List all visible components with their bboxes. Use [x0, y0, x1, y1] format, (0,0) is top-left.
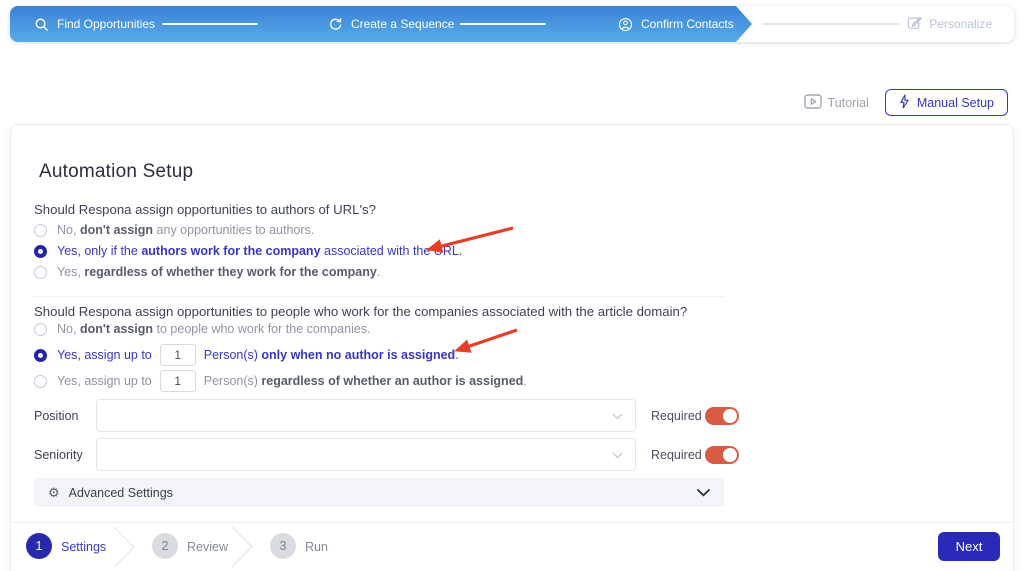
section-divider — [34, 296, 724, 297]
pencil-square-icon — [907, 15, 923, 33]
search-icon — [34, 17, 49, 32]
next-button[interactable]: Next — [938, 532, 1000, 561]
play-video-icon — [803, 93, 822, 112]
step-create-sequence[interactable]: Create a Sequence — [328, 6, 454, 42]
toggle-knob — [723, 448, 737, 462]
bolt-icon — [899, 94, 910, 112]
radio-option-no-authors[interactable]: No, don't assign any opportunities to au… — [34, 223, 314, 237]
step-label: Create a Sequence — [351, 17, 455, 31]
step-label: Confirm Contacts — [641, 17, 734, 31]
step-circle-run[interactable]: 3 — [270, 533, 296, 559]
step-personalize[interactable]: Personalize — [907, 6, 992, 42]
step-separator — [111, 525, 137, 571]
position-select[interactable] — [96, 399, 636, 432]
question-authors: Should Respona assign opportunities to a… — [34, 202, 376, 217]
gear-icon: ⚙ — [48, 485, 60, 500]
radio-checked-icon[interactable] — [34, 244, 47, 258]
seniority-required-label: Required — [651, 448, 702, 462]
manual-setup-button[interactable]: Manual Setup — [884, 89, 1008, 116]
sequence-icon — [328, 17, 343, 32]
radio-option-authors-company-only[interactable]: Yes, only if the authors work for the co… — [34, 244, 462, 258]
footer-divider — [11, 522, 1013, 523]
step-circle-review[interactable]: 2 — [152, 533, 178, 559]
question-companies: Should Respona assign opportunities to p… — [34, 304, 688, 319]
radio-checked-icon[interactable] — [34, 348, 47, 362]
step-connector-inactive — [762, 23, 900, 25]
seniority-required-toggle[interactable] — [705, 446, 739, 464]
step-separator — [229, 525, 255, 571]
radio-option-authors-regardless[interactable]: Yes, regardless of whether they work for… — [34, 265, 380, 279]
manual-setup-label: Manual Setup — [916, 95, 994, 110]
step-connector — [162, 23, 258, 25]
step-label: Personalize — [929, 17, 992, 31]
position-label: Position — [34, 409, 79, 423]
radio-unchecked-icon[interactable] — [34, 374, 47, 388]
page-title: Automation Setup — [39, 161, 194, 182]
contact-icon — [618, 17, 633, 32]
tutorial-label: Tutorial — [827, 95, 869, 110]
top-stepper-active-region: Find Opportunities Create a Sequence Con… — [10, 6, 752, 42]
radio-option-assign-when-no-author[interactable]: Yes, assign up toPerson(s) only when no … — [34, 344, 459, 366]
step-label-run[interactable]: Run — [305, 540, 328, 554]
step-label-settings[interactable]: Settings — [61, 540, 106, 554]
automation-setup-card: Automation Setup Should Respona assign o… — [10, 124, 1014, 571]
position-required-toggle[interactable] — [705, 407, 739, 425]
persons-count-input[interactable] — [159, 370, 196, 392]
position-required-label: Required — [651, 409, 702, 423]
step-label-review[interactable]: Review — [187, 540, 228, 554]
step-find-opportunities[interactable]: Find Opportunities — [34, 6, 155, 42]
seniority-label: Seniority — [34, 448, 83, 462]
step-connector — [460, 23, 546, 25]
step-confirm-contacts[interactable]: Confirm Contacts — [618, 6, 734, 42]
toggle-knob — [723, 409, 737, 423]
radio-unchecked-icon[interactable] — [34, 223, 47, 237]
chevron-down-icon[interactable] — [697, 488, 710, 497]
header-actions: Tutorial Manual Setup — [803, 89, 1008, 116]
seniority-select[interactable] — [96, 438, 636, 471]
automation-setup-page: Find Opportunities Create a Sequence Con… — [0, 0, 1024, 571]
advanced-settings-label: Advanced Settings — [68, 485, 173, 500]
radio-unchecked-icon[interactable] — [34, 265, 47, 279]
advanced-settings-toggle[interactable]: ⚙ Advanced Settings — [34, 478, 724, 507]
step-label: Find Opportunities — [57, 17, 156, 31]
radio-unchecked-icon[interactable] — [34, 322, 47, 336]
radio-option-no-people[interactable]: No, don't assign to people who work for … — [34, 322, 371, 336]
top-stepper: Find Opportunities Create a Sequence Con… — [10, 6, 1014, 42]
persons-count-input[interactable] — [159, 344, 196, 366]
tutorial-button[interactable]: Tutorial — [803, 93, 869, 112]
radio-option-assign-regardless[interactable]: Yes, assign up toPerson(s) regardless of… — [34, 370, 527, 392]
step-circle-settings[interactable]: 1 — [26, 533, 52, 559]
